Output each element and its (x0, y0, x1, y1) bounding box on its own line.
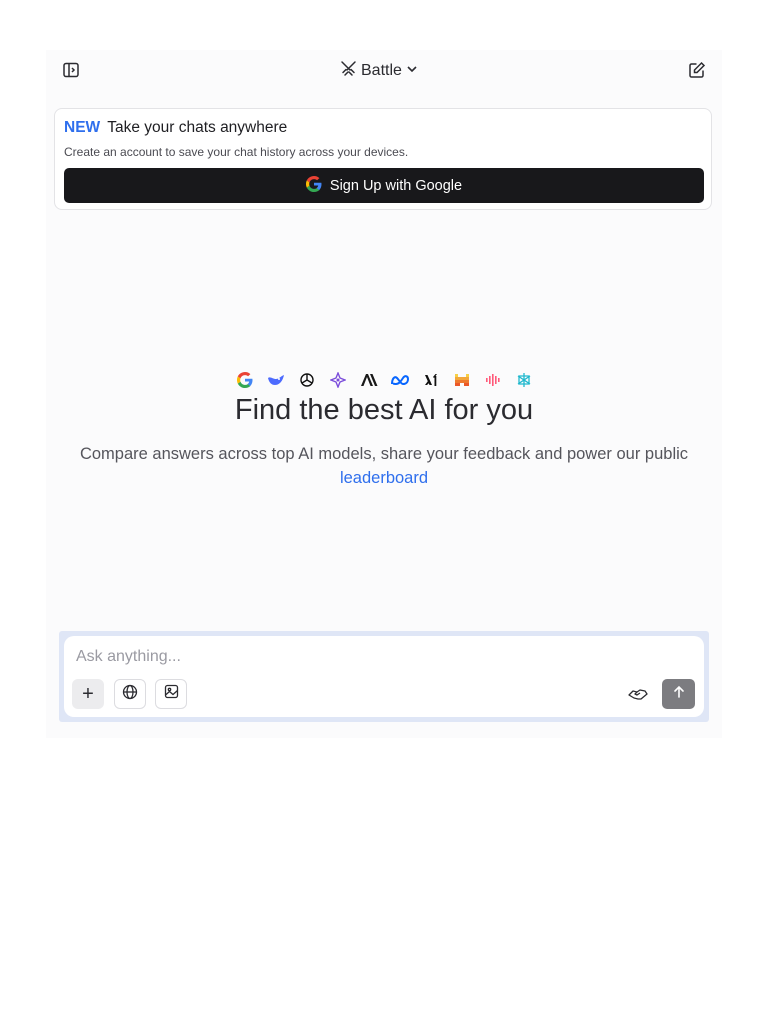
meta-logo-icon (390, 370, 410, 390)
mode-selector[interactable]: Battle (340, 60, 418, 82)
banner-subtitle: Create an account to save your chat hist… (64, 145, 409, 159)
hero-title: Find the best AI for you (234, 394, 534, 426)
model-logos (46, 370, 722, 390)
composer: Ask anything... + (64, 636, 704, 717)
handshake-icon[interactable] (625, 682, 651, 706)
globe-icon (122, 684, 138, 705)
banner-heading: Take your chats anywhere (107, 119, 288, 136)
google-icon (305, 175, 322, 196)
chevron-down-icon (406, 62, 418, 80)
google-signup-button[interactable]: Sign Up with Google (64, 168, 704, 203)
app-container: Battle NEW Take your chats anywhere Crea… (46, 50, 722, 738)
signup-banner: NEW Take your chats anywhere Create an a… (54, 108, 712, 210)
add-attachment-button[interactable]: + (72, 679, 104, 709)
mistral-logo-icon (452, 370, 472, 390)
hero-subtitle: Compare answers across top AI models, sh… (76, 442, 692, 490)
anthropic-logo-icon (359, 370, 379, 390)
google-logo-icon (235, 370, 255, 390)
hero-subtitle-text: Compare answers across top AI models, sh… (79, 445, 689, 463)
composer-wrapper: Ask anything... + (59, 631, 709, 722)
xai-logo-icon (421, 370, 441, 390)
message-input[interactable]: Ask anything... (76, 648, 181, 666)
image-icon (164, 684, 179, 704)
new-badge: NEW (64, 119, 101, 136)
google-button-label: Sign Up with Google (329, 177, 463, 194)
edit-icon[interactable] (684, 57, 710, 83)
gemini-logo-icon (328, 370, 348, 390)
deepseek-logo-icon (266, 370, 286, 390)
plus-icon: + (82, 682, 94, 705)
mode-label: Battle (361, 62, 402, 79)
perplexity-logo-icon (514, 370, 534, 390)
sidebar-toggle-icon[interactable] (58, 57, 84, 83)
image-upload-button[interactable] (155, 679, 187, 709)
arrow-up-icon (672, 685, 686, 704)
web-search-button[interactable] (114, 679, 146, 709)
openai-logo-icon (297, 370, 317, 390)
banner-title: NEW Take your chats anywhere (64, 119, 287, 137)
swords-icon (340, 60, 357, 82)
send-button[interactable] (662, 679, 695, 709)
cohere-logo-icon (483, 370, 503, 390)
leaderboard-link[interactable]: leaderboard (340, 469, 428, 487)
top-bar: Battle (46, 50, 722, 92)
